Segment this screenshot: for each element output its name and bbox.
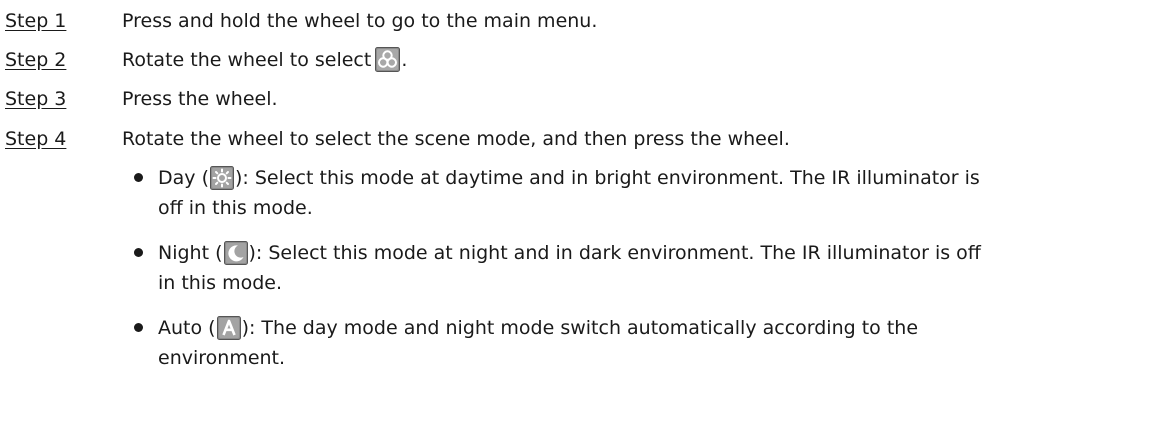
step-1-label[interactable]: Step 1 <box>5 6 66 36</box>
mode-night-name: Night <box>158 242 210 264</box>
step-2-text: Rotate the wheel to select <box>122 49 372 71</box>
bullet-dot <box>134 173 143 182</box>
mode-night-line-1: ): Select this mode at night and in dark… <box>248 242 981 264</box>
mode-day-name: Day <box>158 167 196 189</box>
step-3-text: Press the wheel. <box>122 88 278 110</box>
step-2: Step 2 Rotate the wheel to select . <box>0 45 1170 75</box>
mode-auto-name: Auto <box>158 317 203 339</box>
step-2-label[interactable]: Step 2 <box>5 45 66 75</box>
step-1: Step 1 Press and hold the wheel to go to… <box>0 6 1170 36</box>
step-2-line: Rotate the wheel to select . <box>122 45 407 75</box>
mode-list-item-day: Day ( ): Select this mode at daytime and… <box>134 163 1144 229</box>
step-4-label[interactable]: Step 4 <box>5 124 66 154</box>
step-4-text: Rotate the wheel to select the scene mod… <box>122 128 790 150</box>
step-3: Step 3 Press the wheel. <box>0 84 1170 114</box>
auto-mode-icon <box>216 316 241 340</box>
scene-mode-icon <box>375 47 401 72</box>
mode-day-line-1: ): Select this mode at daytime and in br… <box>234 167 980 189</box>
mode-night-description: Night ( ): Select this mode at night and… <box>158 238 1148 298</box>
night-mode-icon <box>223 241 248 265</box>
day-mode-icon <box>209 166 234 190</box>
mode-auto-line-2: environment. <box>158 347 286 369</box>
mode-night-line-2: in this mode. <box>158 272 282 294</box>
step-3-label[interactable]: Step 3 <box>5 84 66 114</box>
mode-list-item-night: Night ( ): Select this mode at night and… <box>134 238 1144 304</box>
step-1-text: Press and hold the wheel to go to the ma… <box>122 10 598 32</box>
bullet-dot <box>134 248 143 257</box>
bullet-dot <box>134 323 143 332</box>
step-4: Step 4 Rotate the wheel to select the sc… <box>0 124 1170 154</box>
mode-auto-description: Auto ( ): The day mode and night mode sw… <box>158 313 1148 373</box>
mode-list-item-auto: Auto ( ): The day mode and night mode sw… <box>134 313 1144 379</box>
instruction-document: Step 1 Press and hold the wheel to go to… <box>0 0 1170 421</box>
mode-auto-line-1: ): The day mode and night mode switch au… <box>241 317 919 339</box>
mode-day-line-2: off in this mode. <box>158 197 313 219</box>
step-2-period: . <box>401 49 408 71</box>
mode-day-description: Day ( ): Select this mode at daytime and… <box>158 163 1148 223</box>
